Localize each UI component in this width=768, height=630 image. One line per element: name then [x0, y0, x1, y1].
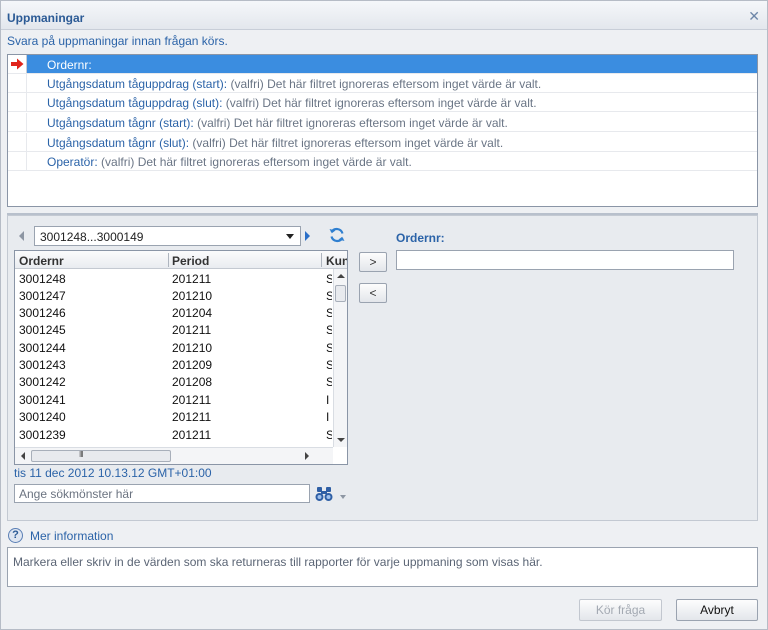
table-row[interactable]: 3001242201208S [15, 373, 333, 390]
range-select[interactable]: 3001248...3000149 [34, 226, 301, 246]
info-box: Markera eller skriv in de värden som ska… [7, 547, 758, 587]
prompt-list: Ordernr: Utgångsdatum tåguppdrag (start)… [7, 54, 758, 207]
table-row[interactable]: 3001240 201211 I [15, 408, 333, 425]
run-query-button[interactable]: Kör fråga [579, 599, 662, 621]
table-row[interactable]: 3001247201210S [15, 287, 333, 304]
column-header-period[interactable]: Period [172, 254, 209, 268]
column-header-ordernr[interactable]: Ordernr [19, 254, 64, 268]
search-options-chevron-icon[interactable] [340, 495, 346, 499]
refresh-icon[interactable] [328, 226, 346, 244]
remove-value-button[interactable]: < [359, 283, 387, 303]
grid-header: Ordernr Period Kun [15, 251, 347, 269]
help-icon[interactable]: ? [8, 528, 23, 543]
binoculars-search-icon[interactable] [315, 486, 333, 502]
cancel-button[interactable]: Avbryt [676, 599, 758, 621]
table-row[interactable]: 3001243201209S [15, 356, 333, 373]
table-row[interactable]: 3001244201210S [15, 339, 333, 356]
close-icon[interactable]: ✕ [748, 9, 760, 23]
table-row[interactable]: 3001245201211S [15, 321, 333, 338]
table-row[interactable]: 3001248201211S [15, 270, 333, 287]
prompt-row-ordernr[interactable]: Ordernr: [8, 55, 757, 74]
table-row[interactable]: 3001246201204S [15, 304, 333, 321]
add-value-button[interactable]: > [359, 252, 387, 272]
refresh-timestamp: tis 11 dec 2012 10.13.12 GMT+01:00 [14, 466, 212, 480]
prompt-row-operator[interactable]: Operatör: (valfri) Det här filtret ignor… [8, 152, 757, 171]
vertical-scrollbar[interactable] [333, 269, 347, 447]
answer-panel: 3001248...3000149 Ordernr Period Kun 300… [7, 215, 758, 521]
horizontal-scrollbar[interactable]: III [15, 447, 333, 464]
current-prompt-arrow-icon [11, 58, 24, 70]
prompt-row-tag-start[interactable]: Utgångsdatum tåguppdrag (start): (valfri… [8, 74, 757, 93]
chevron-down-icon [286, 234, 294, 239]
info-text: Markera eller skriv in de värden som ska… [13, 555, 543, 569]
search-input[interactable] [14, 484, 310, 503]
prompt-label: Operatör: (valfri) Det här filtret ignor… [47, 155, 412, 169]
prompt-row-tagnr-start[interactable]: Utgångsdatum tågnr (start): (valfri) Det… [8, 113, 757, 132]
table-row[interactable]: 3001241 201211 I [15, 391, 333, 408]
selected-values-label: Ordernr: [396, 231, 445, 245]
prompt-label: Utgångsdatum tåguppdrag (start): (valfri… [47, 77, 542, 91]
scroll-right-icon[interactable] [305, 452, 309, 460]
more-info-link[interactable]: Mer information [30, 529, 113, 543]
prompt-label: Ordernr: [47, 58, 92, 72]
prompt-label: Utgångsdatum tågnr (start): (valfri) Det… [47, 116, 508, 130]
scroll-thumb[interactable] [335, 285, 346, 302]
table-row[interactable]: 3001239201211S [15, 426, 333, 443]
prompts-dialog: Uppmaningar ✕ Svara på uppmaningar innan… [0, 0, 768, 630]
dialog-title: Uppmaningar [7, 11, 85, 25]
title-bar: Uppmaningar ✕ [1, 1, 767, 30]
prompt-row-tagnr-end[interactable]: Utgångsdatum tågnr (slut): (valfri) Det … [8, 133, 757, 152]
previous-range-icon[interactable] [19, 231, 24, 241]
prompt-row-tag-end[interactable]: Utgångsdatum tåguppdrag (slut): (valfri)… [8, 93, 757, 112]
scroll-left-icon[interactable] [21, 452, 25, 460]
scroll-thumb[interactable] [31, 450, 171, 462]
prompt-label: Utgångsdatum tågnr (slut): (valfri) Det … [47, 136, 504, 150]
values-grid: Ordernr Period Kun 3001248201211S 300124… [14, 250, 348, 465]
prompt-label: Utgångsdatum tåguppdrag (slut): (valfri)… [47, 96, 537, 110]
dialog-subtitle: Svara på uppmaningar innan frågan körs. [7, 34, 228, 48]
next-range-icon[interactable] [305, 231, 310, 241]
scroll-up-icon[interactable] [337, 274, 345, 278]
column-header-kund[interactable]: Kun [326, 254, 347, 268]
scroll-down-icon[interactable] [337, 438, 345, 442]
selected-values-field[interactable] [396, 250, 734, 270]
